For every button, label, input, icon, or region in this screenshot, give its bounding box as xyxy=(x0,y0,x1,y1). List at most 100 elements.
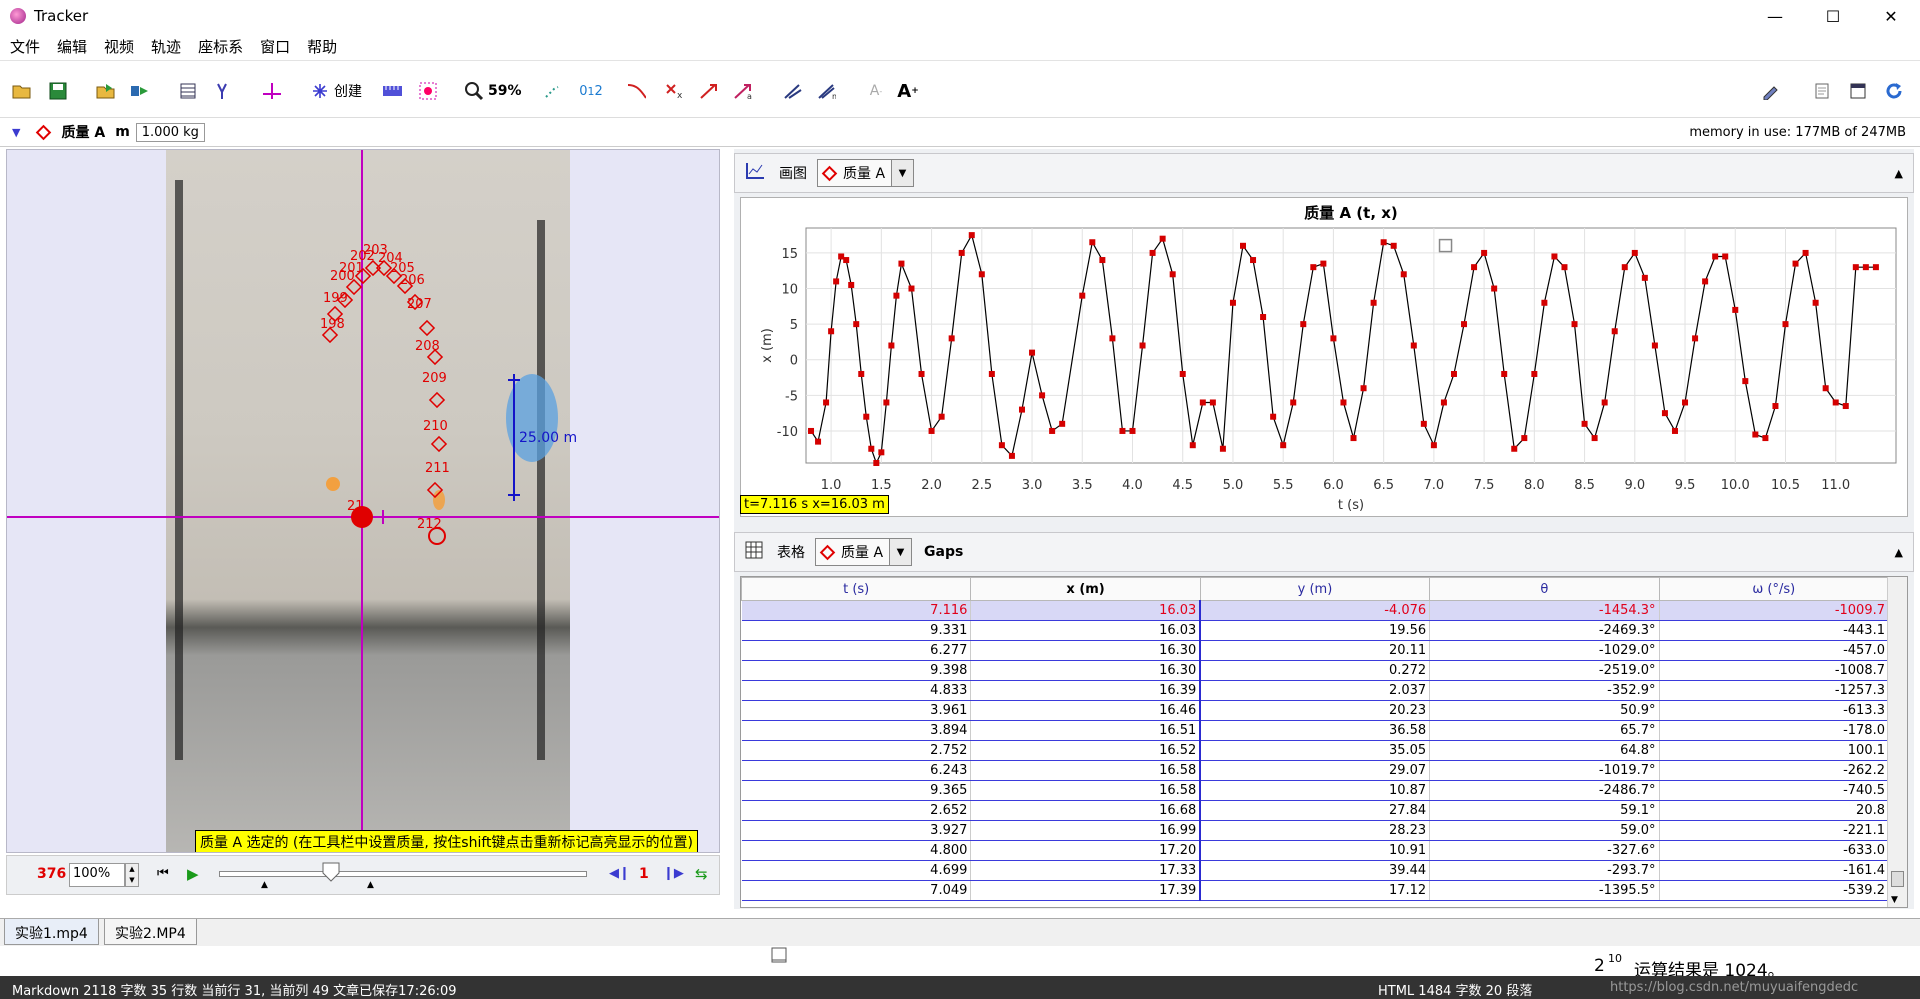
playback-slider[interactable] xyxy=(219,871,587,877)
data-point[interactable] xyxy=(908,285,915,292)
table-cell[interactable]: -352.9° xyxy=(1429,680,1660,701)
video-overlay[interactable]: 25.00 m 19819920020120220320420520620720… xyxy=(7,150,720,852)
path-icon[interactable] xyxy=(626,80,646,102)
table-row[interactable]: 7.116 16.03 -4.076 -1454.3° -1009.7 xyxy=(741,600,1890,621)
table-cell[interactable]: 2.752 xyxy=(741,740,972,761)
data-point[interactable] xyxy=(1661,410,1668,417)
data-point[interactable] xyxy=(1099,257,1106,264)
table-cell[interactable]: 3.961 xyxy=(741,700,972,721)
tape-measure-icon[interactable] xyxy=(382,80,402,102)
table-row[interactable]: 6.277 16.30 20.11 -1029.0° -457.0 xyxy=(741,640,1890,661)
close-button[interactable]: ✕ xyxy=(1862,0,1920,32)
table-scrollbar[interactable]: ▼ xyxy=(1887,577,1907,907)
data-point[interactable] xyxy=(1772,403,1779,410)
data-point[interactable] xyxy=(1029,349,1036,356)
table-cell[interactable]: 36.58 xyxy=(1200,720,1431,741)
data-point[interactable] xyxy=(868,445,875,452)
trace-icon[interactable] xyxy=(544,80,564,102)
data-point[interactable] xyxy=(1189,442,1196,449)
zoom-spinner[interactable]: ▲ ▼ xyxy=(125,863,139,887)
table-cell[interactable]: 16.39 xyxy=(970,680,1202,701)
table-cell[interactable]: 7.049 xyxy=(741,880,972,901)
data-point[interactable] xyxy=(1209,399,1216,406)
data-point[interactable] xyxy=(863,413,870,420)
data-point[interactable] xyxy=(1712,253,1719,260)
data-point[interactable] xyxy=(998,442,1005,449)
table-row[interactable]: 4.833 16.39 2.037 -352.9° -1257.3 xyxy=(741,680,1890,701)
data-point[interactable] xyxy=(1631,249,1638,256)
menu-coords[interactable]: 座标系 xyxy=(198,36,243,57)
data-point[interactable] xyxy=(1229,299,1236,306)
table-cell[interactable]: 0.272 xyxy=(1200,660,1431,681)
table-cell[interactable]: -1454.3° xyxy=(1429,600,1660,621)
table-cell[interactable]: -443.1 xyxy=(1659,620,1890,641)
table-cell[interactable]: -327.6° xyxy=(1429,840,1660,861)
data-point[interactable] xyxy=(948,335,955,342)
data-point[interactable] xyxy=(1370,299,1377,306)
notes-icon[interactable] xyxy=(1812,80,1832,102)
data-table[interactable]: t (s) x (m) y (m) θ ω (°/s) 7.116 16.03 -4… xyxy=(740,576,1908,908)
start-marker-icon[interactable]: ▲ xyxy=(261,880,268,890)
data-point[interactable] xyxy=(1852,264,1859,271)
import-icon[interactable] xyxy=(96,80,116,102)
data-point[interactable] xyxy=(1551,253,1558,260)
data-point[interactable] xyxy=(833,278,840,285)
table-cell[interactable]: 35.05 xyxy=(1200,740,1431,761)
table-cell[interactable]: -2469.3° xyxy=(1429,620,1660,641)
table-cell[interactable]: -1009.7 xyxy=(1659,600,1890,621)
xt-chart[interactable]: 1.0 1.5 2.0 2.5 3.0 3.5 4.0 4.5 5.0 5.5 6.0 6.5 7.0 7… xyxy=(741,198,1907,516)
track-point-marker[interactable] xyxy=(428,391,446,409)
zoom-field[interactable]: 100% xyxy=(69,863,125,887)
table-cell[interactable]: 17.33 xyxy=(970,860,1202,881)
data-point[interactable] xyxy=(1792,260,1799,267)
menu-file[interactable]: 文件 xyxy=(10,36,40,57)
data-point[interactable] xyxy=(1320,260,1327,267)
editor-toolbar-icon[interactable] xyxy=(770,946,790,968)
track-point-marker[interactable] xyxy=(418,319,436,337)
table-cell[interactable]: 3.894 xyxy=(741,720,972,741)
table-cell[interactable]: -1019.7° xyxy=(1429,760,1660,781)
table-cell[interactable]: -633.0 xyxy=(1659,840,1890,861)
table-cell[interactable]: 19.56 xyxy=(1200,620,1431,641)
data-point[interactable] xyxy=(1360,385,1367,392)
menu-window[interactable]: 窗口 xyxy=(260,36,290,57)
track-name[interactable]: 质量 A xyxy=(61,122,105,142)
plot-tab-label[interactable]: 画图 xyxy=(779,163,807,183)
table-cell[interactable]: 4.800 xyxy=(741,840,972,861)
track-dropdown-icon[interactable]: ▼ xyxy=(12,126,20,139)
data-point[interactable] xyxy=(1079,292,1086,299)
data-point[interactable] xyxy=(938,413,945,420)
data-point[interactable] xyxy=(1471,264,1478,271)
table-cell[interactable]: 39.44 xyxy=(1200,860,1431,881)
data-point[interactable] xyxy=(928,427,935,434)
data-point[interactable] xyxy=(1461,321,1468,328)
data-point[interactable] xyxy=(853,321,860,328)
data-point[interactable] xyxy=(1280,442,1287,449)
play-icon[interactable]: ▶ xyxy=(187,865,199,883)
table-row[interactable]: 3.894 16.51 36.58 65.7° -178.0 xyxy=(741,720,1890,741)
table-tab-label[interactable]: 表格 xyxy=(777,542,805,562)
data-point[interactable] xyxy=(1862,264,1869,271)
data-point[interactable] xyxy=(1531,370,1538,377)
table-cell[interactable]: 17.20 xyxy=(970,840,1202,861)
velocity-icon[interactable] xyxy=(698,80,718,102)
minimize-button[interactable]: — xyxy=(1746,0,1804,32)
table-collapse-icon[interactable]: ▲ xyxy=(1895,546,1903,559)
table-row[interactable]: 3.927 16.99 28.23 59.0° -221.1 xyxy=(741,820,1890,841)
table-row[interactable]: 6.243 16.58 29.07 -1019.7° -262.2 xyxy=(741,760,1890,781)
table-cell[interactable]: 16.03 xyxy=(970,600,1202,621)
export-icon[interactable] xyxy=(130,80,150,102)
data-point[interactable] xyxy=(1842,403,1849,410)
data-point[interactable] xyxy=(828,328,835,335)
data-point[interactable] xyxy=(1440,399,1447,406)
track-markers[interactable]: 1981992002012022032042052062072082092102… xyxy=(320,243,450,545)
data-point[interactable] xyxy=(1400,271,1407,278)
data-point[interactable] xyxy=(843,257,850,264)
data-point[interactable] xyxy=(1581,420,1588,427)
data-point[interactable] xyxy=(893,292,900,299)
table-cell[interactable]: -293.7° xyxy=(1429,860,1660,881)
table-cell[interactable]: 9.331 xyxy=(741,620,972,641)
data-point[interactable] xyxy=(1039,392,1046,399)
data-point[interactable] xyxy=(1290,399,1297,406)
table-cell[interactable]: 16.03 xyxy=(970,620,1202,641)
